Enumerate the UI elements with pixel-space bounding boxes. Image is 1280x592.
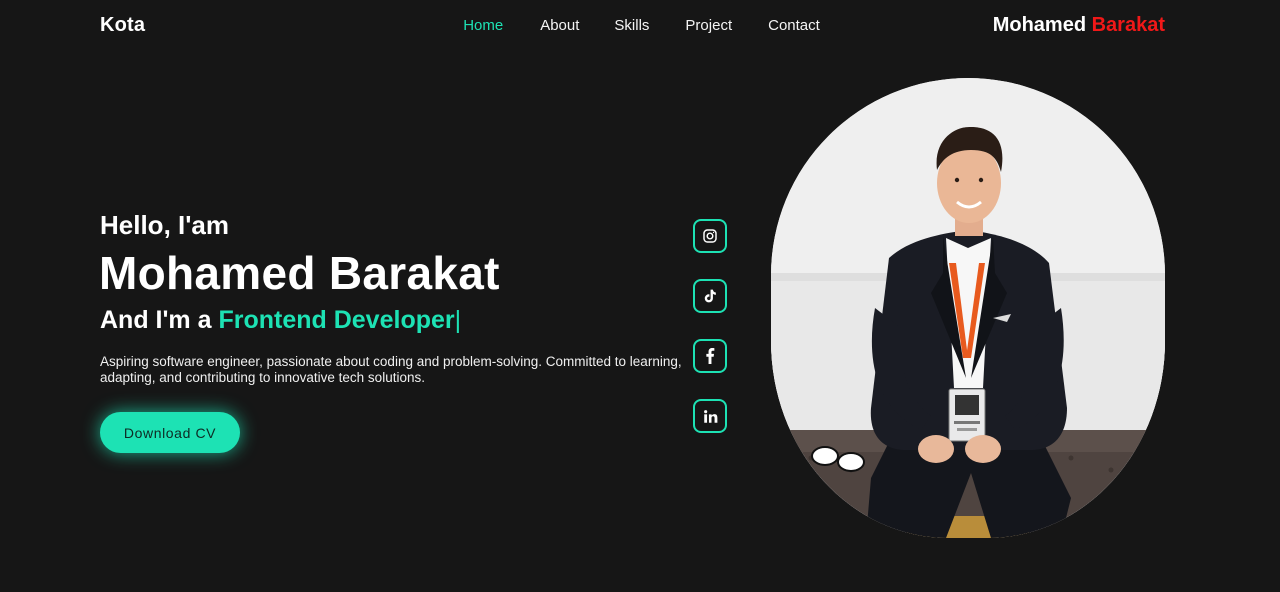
profile-photo-illustration [771, 78, 1165, 538]
social-links [693, 219, 727, 433]
brand-first-name: Mohamed [992, 14, 1087, 36]
linkedin-link[interactable] [693, 399, 727, 433]
facebook-link[interactable] [693, 339, 727, 373]
hero-greeting: Hello, I'am [100, 210, 229, 240]
role-prefix: And I'm a [100, 306, 212, 334]
download-cv-button[interactable]: Download CV [100, 412, 240, 453]
nav-about-link[interactable]: About [540, 17, 579, 34]
portfolio-page: Kota Home About Skills Project Contact M… [0, 0, 1280, 592]
tiktok-link[interactable] [693, 279, 727, 313]
tiktok-icon [703, 288, 717, 304]
role-typed-text: Frontend Developer [218, 306, 455, 334]
hero-role: And I'm a Frontend Developer| [100, 306, 461, 335]
nav-home-link[interactable]: Home [463, 17, 503, 34]
typing-caret: | [454, 306, 462, 334]
instagram-icon [702, 228, 718, 244]
header-brand-name: Mohamed Barakat [993, 14, 1165, 37]
brand-last-name: Barakat [1091, 14, 1165, 36]
facebook-icon [705, 348, 715, 364]
hero-name: Mohamed Barakat [99, 247, 500, 299]
nav-project-link[interactable]: Project [685, 17, 732, 34]
nav-contact-link[interactable]: Contact [768, 17, 820, 34]
profile-photo [771, 78, 1165, 538]
hero-description: Aspiring software engineer, passionate a… [100, 354, 682, 385]
nav-links: Home About Skills Project Contact [463, 17, 820, 34]
linkedin-icon [703, 409, 718, 424]
nav-skills-link[interactable]: Skills [614, 17, 649, 34]
instagram-link[interactable] [693, 219, 727, 253]
